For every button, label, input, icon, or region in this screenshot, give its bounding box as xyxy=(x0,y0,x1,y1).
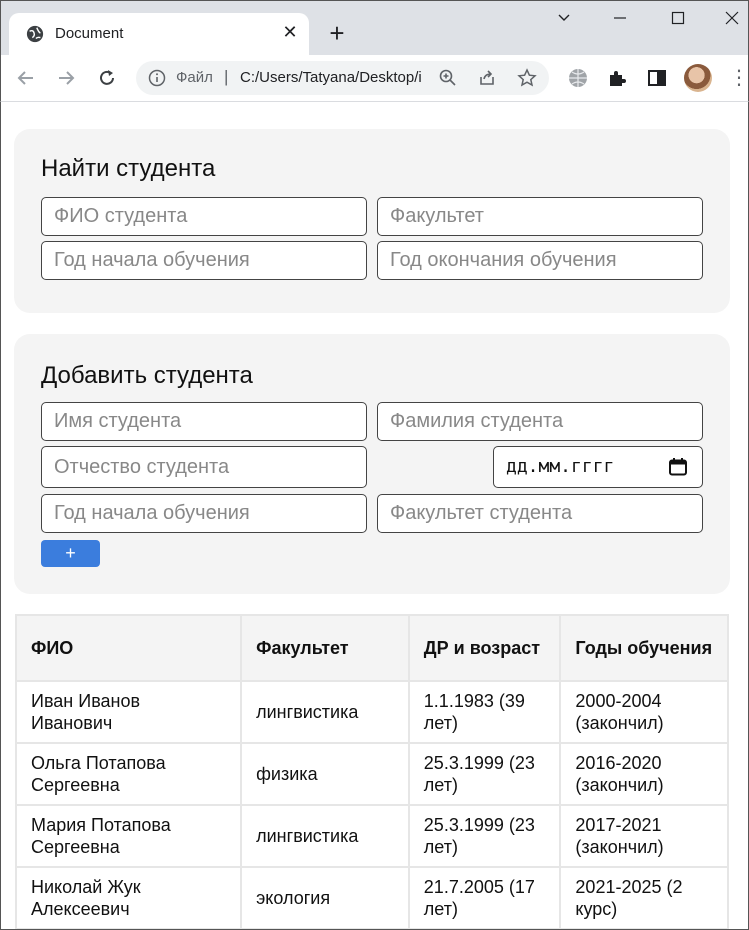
table-header-row: ФИО Факультет ДР и возраст Годы обучения xyxy=(14,614,729,682)
star-icon[interactable] xyxy=(517,68,537,88)
cell-faculty: лингвистика xyxy=(240,680,410,744)
cell-birthdate-age: 25.3.1999 (23 лет) xyxy=(407,804,562,868)
close-tab-icon[interactable]: ✕ xyxy=(279,21,301,43)
birth-date-input[interactable]: дд.мм.гггг xyxy=(493,446,703,488)
tab-title: Document xyxy=(55,25,124,42)
add-start-year-input[interactable]: Год начала обучения xyxy=(41,494,367,533)
patronymic-input[interactable]: Отчество студента xyxy=(41,446,367,488)
scheme-label: Файл xyxy=(176,69,213,86)
browser-tab[interactable]: Document ✕ xyxy=(9,13,309,56)
students-table: ФИО Факультет ДР и возраст Годы обучения… xyxy=(14,614,729,929)
header-study-years[interactable]: Годы обучения xyxy=(559,614,729,682)
cell-faculty: физика xyxy=(240,742,410,806)
cell-birthdate-age: 21.7.2005 (17 лет) xyxy=(407,866,562,929)
globe-icon xyxy=(26,25,44,43)
search-start-year-input[interactable]: Год начала обучения xyxy=(41,241,367,280)
browser-toolbar: Файл | C:/Users/Tatyana/Desktop/index.ht… xyxy=(0,55,749,102)
search-end-year-input[interactable]: Год окончания обучения xyxy=(377,241,703,280)
search-faculty-input[interactable]: Факультет xyxy=(377,197,703,236)
forward-icon[interactable] xyxy=(51,63,81,93)
cell-birthdate-age: 25.3.1999 (23 лет) xyxy=(407,742,562,806)
search-student-card: Найти студента ФИО студента Факультет Го… xyxy=(14,129,730,313)
table-row: Иван Иванов Иванович лингвистика 1.1.198… xyxy=(14,680,729,744)
cell-birthdate-age: 1.1.1983 (39 лет) xyxy=(407,680,562,744)
cell-name: Иван Иванов Иванович xyxy=(14,680,243,744)
share-icon[interactable] xyxy=(477,68,497,88)
table-row: Мария Потапова Сергеевна лингвистика 25.… xyxy=(14,804,729,868)
birth-date-placeholder: дд.мм.гггг xyxy=(506,456,615,477)
table-row: Николай Жук Алексеевич экология 21.7.200… xyxy=(14,866,729,929)
last-name-input[interactable]: Фамилия студента xyxy=(377,402,703,441)
cell-study-years: 2017-2021 (закончил) xyxy=(559,804,729,868)
cell-faculty: экология xyxy=(240,866,410,929)
url-text[interactable]: C:/Users/Tatyana/Desktop/index.html xyxy=(240,69,422,86)
maximize-icon[interactable] xyxy=(663,7,693,35)
extensions-puzzle-icon[interactable] xyxy=(606,67,628,89)
cell-study-years: 2000-2004 (закончил) xyxy=(559,680,729,744)
new-tab-icon[interactable]: + xyxy=(324,20,350,47)
calendar-icon[interactable] xyxy=(668,457,688,477)
page-content: Найти студента ФИО студента Факультет Го… xyxy=(0,102,749,930)
cell-name: Мария Потапова Сергеевна xyxy=(14,804,243,868)
search-name-input[interactable]: ФИО студента xyxy=(41,197,367,236)
reload-icon[interactable] xyxy=(92,63,122,93)
header-faculty[interactable]: Факультет xyxy=(240,614,410,682)
minimize-icon[interactable] xyxy=(605,7,635,35)
browser-tab-strip: Document ✕ + xyxy=(0,0,749,56)
table-row: Ольга Потапова Сергеевна физика 25.3.199… xyxy=(14,742,729,806)
cell-study-years: 2016-2020 (закончил) xyxy=(559,742,729,806)
header-name[interactable]: ФИО xyxy=(14,614,243,682)
profile-avatar[interactable] xyxy=(684,64,712,92)
first-name-input[interactable]: Имя студента xyxy=(41,402,367,441)
close-window-icon[interactable] xyxy=(717,7,747,35)
add-student-card: Добавить студента Имя студента Фамилия с… xyxy=(14,334,730,594)
cell-study-years: 2021-2025 (2 курс) xyxy=(559,866,729,929)
cell-name: Николай Жук Алексеевич xyxy=(14,866,243,929)
cell-name: Ольга Потапова Сергеевна xyxy=(14,742,243,806)
header-birthdate-age[interactable]: ДР и возраст xyxy=(407,614,562,682)
cell-faculty: лингвистика xyxy=(240,804,410,868)
side-panel-icon[interactable] xyxy=(646,67,668,89)
url-separator: | xyxy=(224,67,229,86)
translate-extension-icon[interactable] xyxy=(567,67,589,89)
address-bar[interactable]: Файл | C:/Users/Tatyana/Desktop/index.ht… xyxy=(136,61,549,95)
zoom-icon[interactable] xyxy=(438,68,458,88)
add-student-button[interactable]: + xyxy=(41,540,100,567)
info-icon[interactable] xyxy=(148,69,166,87)
add-title: Добавить студента xyxy=(41,362,253,389)
add-faculty-input[interactable]: Факультет студента xyxy=(377,494,703,533)
back-icon[interactable] xyxy=(11,63,41,93)
chevron-down-icon[interactable] xyxy=(549,7,579,35)
more-menu-icon[interactable]: ⋮ xyxy=(729,65,749,91)
search-title: Найти студента xyxy=(41,155,216,182)
